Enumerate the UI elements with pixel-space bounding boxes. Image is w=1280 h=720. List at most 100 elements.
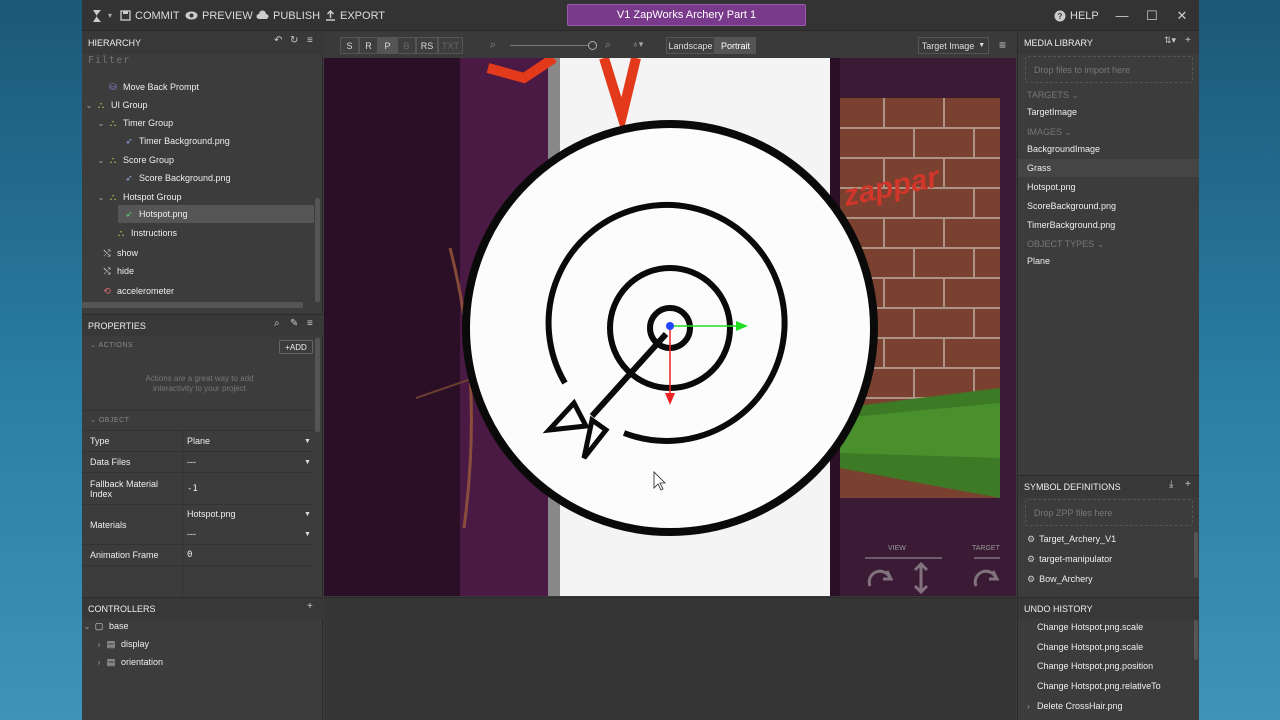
- material-select-2[interactable]: ---: [187, 529, 196, 539]
- properties-scrollbar[interactable]: [315, 338, 320, 432]
- property-data-files[interactable]: Data Files --- ▼: [82, 451, 314, 472]
- hierarchy-item[interactable]: ⌄ ⛬ Hotspot Group: [82, 188, 314, 206]
- mode-b-button[interactable]: B: [397, 37, 416, 54]
- refresh-icon[interactable]: ↻: [290, 35, 298, 46]
- images-section-header[interactable]: IMAGES ⌄: [1027, 127, 1072, 138]
- zoom-in-icon[interactable]: ⌕: [605, 39, 611, 52]
- mode-p-button[interactable]: P: [378, 37, 397, 54]
- project-title[interactable]: V1 ZapWorks Archery Part 1: [567, 4, 806, 26]
- landscape-button[interactable]: Landscape: [666, 37, 715, 54]
- close-icon[interactable]: ✕: [1168, 0, 1196, 31]
- help-label: HELP: [1070, 9, 1099, 22]
- maximize-icon[interactable]: ☐: [1138, 0, 1166, 31]
- hierarchy-item[interactable]: ⤭ hide: [82, 262, 314, 280]
- plus-icon[interactable]: +: [1185, 479, 1191, 490]
- menu-icon[interactable]: ≡: [999, 38, 1006, 52]
- undo-item[interactable]: › Delete CrossHair.png: [1018, 697, 1199, 715]
- hierarchy-scrollbar[interactable]: [315, 198, 320, 302]
- 3d-viewport[interactable]: zappar VIEW TARGET: [324, 58, 1016, 596]
- chevron-down-icon[interactable]: ⌄: [84, 101, 94, 110]
- minimize-icon[interactable]: —: [1108, 0, 1136, 31]
- search-icon[interactable]: ⌕: [274, 318, 280, 329]
- hierarchy-filter-input[interactable]: [88, 53, 314, 68]
- symbol-item[interactable]: ⚙ Target_Archery_V1: [1018, 530, 1199, 548]
- dropdown-arrow-icon: ▼: [304, 531, 311, 538]
- property-type[interactable]: Type Plane ▼: [82, 430, 314, 451]
- object-types-section-header[interactable]: OBJECT TYPES ⌄: [1027, 239, 1104, 250]
- hierarchy-item[interactable]: ➶ Timer Background.png: [82, 132, 314, 150]
- undo-item[interactable]: Change Hotspot.png.relativeTo: [1018, 677, 1199, 695]
- undo-item[interactable]: Change Hotspot.png.scale: [1018, 638, 1199, 656]
- light-icon[interactable]: ♁▾: [632, 39, 643, 50]
- help-button[interactable]: ? HELP: [1054, 0, 1099, 31]
- media-drop-zone[interactable]: Drop files to import here: [1025, 56, 1193, 83]
- zoom-slider[interactable]: [510, 45, 594, 46]
- property-materials[interactable]: Materials Hotspot.png ▼ --- ▼: [82, 504, 314, 544]
- media-item[interactable]: BackgroundImage: [1018, 140, 1199, 158]
- media-library-header: MEDIA LIBRARY ⇅▾ +: [1018, 32, 1199, 54]
- controller-base[interactable]: ⌄ ▢ base: [82, 617, 314, 635]
- publish-button[interactable]: PUBLISH: [256, 0, 320, 31]
- symbol-item[interactable]: ⚙ target-manipulator: [1018, 550, 1199, 568]
- material-select-1[interactable]: Hotspot.png: [187, 509, 236, 519]
- media-item[interactable]: Plane: [1018, 252, 1199, 270]
- hierarchy-item[interactable]: ➶ Hotspot.png: [118, 205, 314, 223]
- download-icon[interactable]: ⤓: [1169, 479, 1173, 490]
- chevron-down-icon[interactable]: ⌄: [96, 156, 106, 165]
- type-select[interactable]: Plane: [187, 436, 210, 446]
- symbols-scrollbar[interactable]: [1194, 532, 1198, 578]
- undo-item[interactable]: Change Hotspot.png.position: [1018, 657, 1199, 675]
- menu-icon[interactable]: ≡: [307, 318, 313, 329]
- mode-rs-button[interactable]: RS: [416, 37, 438, 54]
- mode-r-button[interactable]: R: [359, 37, 378, 54]
- menu-icon[interactable]: ≡: [307, 35, 313, 46]
- commit-button[interactable]: COMMIT: [120, 0, 180, 31]
- undo-item[interactable]: Change Hotspot.png.scale: [1018, 618, 1199, 636]
- plus-icon[interactable]: +: [307, 601, 313, 612]
- chevron-down-icon[interactable]: ⌄: [96, 119, 106, 128]
- plus-icon[interactable]: +: [1185, 35, 1191, 46]
- data-files-select[interactable]: ---: [187, 457, 196, 467]
- sort-icon[interactable]: ⇅▾: [1164, 35, 1176, 46]
- targets-section-header[interactable]: TARGETS ⌄: [1027, 90, 1079, 101]
- hierarchy-item[interactable]: ⌄ ⛬ UI Group: [82, 96, 314, 114]
- hierarchy-item[interactable]: ⌄ ⛬ Score Group: [82, 151, 314, 169]
- media-item[interactable]: ScoreBackground.png: [1018, 197, 1199, 215]
- hierarchy-item[interactable]: ⛁ Move Back Prompt: [82, 78, 314, 96]
- undo-icon[interactable]: ↶: [274, 35, 282, 46]
- media-item[interactable]: Hotspot.png: [1018, 178, 1199, 196]
- symbol-item[interactable]: ⚙ Bow_Archery: [1018, 570, 1199, 588]
- object-header[interactable]: ⌄ OBJECT: [90, 416, 129, 424]
- hierarchy-item[interactable]: ➶ Score Background.png: [82, 169, 314, 187]
- preview-button[interactable]: PREVIEW: [185, 0, 253, 31]
- export-button[interactable]: EXPORT: [325, 0, 385, 31]
- target-image-select[interactable]: Target Image ▼: [918, 37, 989, 54]
- add-action-button[interactable]: + ADD: [279, 340, 313, 354]
- undo-scrollbar[interactable]: [1194, 620, 1198, 660]
- media-item[interactable]: TargetImage: [1018, 103, 1199, 121]
- hierarchy-item[interactable]: ⤭ show: [82, 244, 314, 262]
- controller-orientation[interactable]: › ▤ orientation: [82, 653, 314, 671]
- mode-s-button[interactable]: S: [340, 37, 359, 54]
- media-item[interactable]: TimerBackground.png: [1018, 216, 1199, 234]
- property-animation-frame[interactable]: Animation Frame 0: [82, 544, 314, 566]
- hierarchy-item[interactable]: ⟲ accelerometer: [82, 282, 314, 300]
- mode-txt-button[interactable]: TXT: [438, 37, 463, 54]
- portrait-button[interactable]: Portrait: [715, 37, 756, 54]
- chevron-down-icon[interactable]: ⌄: [96, 193, 106, 202]
- hierarchy-hscrollbar[interactable]: [82, 302, 303, 308]
- zoom-slider-handle[interactable]: [588, 41, 597, 50]
- zoom-out-icon[interactable]: ⌕: [490, 39, 496, 52]
- hierarchy-item[interactable]: ⛬ Instructions: [82, 224, 314, 242]
- fallback-index-input[interactable]: -1: [187, 484, 198, 494]
- animation-frame-input[interactable]: 0: [187, 550, 192, 560]
- hierarchy-item[interactable]: ⌄ ⛬ Timer Group: [82, 114, 314, 132]
- symbol-drop-zone[interactable]: Drop ZPP files here: [1025, 499, 1193, 526]
- left-panel: HIERARCHY ↶ ↻ ≡ ⛁Move Back Prompt⌄⛬UI Gr…: [82, 32, 323, 720]
- media-item[interactable]: Grass: [1018, 159, 1199, 177]
- actions-header[interactable]: ⌄ ACTIONS: [90, 341, 133, 349]
- controller-display[interactable]: › ▤ display: [82, 635, 314, 653]
- app-menu-button[interactable]: ▾: [90, 0, 112, 31]
- property-fallback-material-index[interactable]: Fallback Material Index -1: [82, 472, 314, 504]
- pencil-icon[interactable]: ✎: [290, 318, 298, 329]
